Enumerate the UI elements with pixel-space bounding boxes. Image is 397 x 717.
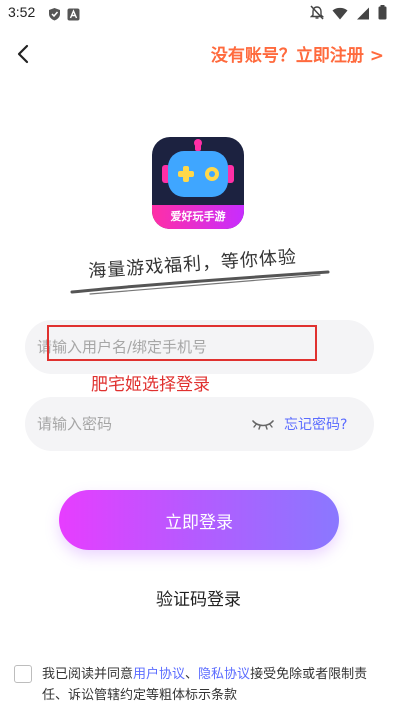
app-logo: 爱好玩手游 bbox=[152, 137, 244, 229]
eye-closed-icon[interactable] bbox=[251, 415, 275, 433]
a-badge-icon bbox=[67, 6, 80, 25]
status-bar: 3:52 bbox=[0, 0, 397, 26]
slogan: 海量游戏福利，等你体验 bbox=[70, 242, 332, 298]
annotation-text: 肥宅姬选择登录 bbox=[91, 375, 210, 395]
user-agreement-link[interactable]: 用户协议 bbox=[133, 667, 185, 682]
annotation-highlight-box bbox=[47, 325, 317, 361]
gamepad-robot-icon bbox=[162, 139, 234, 197]
sms-code-login-link[interactable]: 验证码登录 bbox=[0, 585, 397, 610]
register-link[interactable]: 没有账号？立即注册 > bbox=[211, 41, 384, 66]
mute-bell-icon bbox=[309, 5, 325, 24]
privacy-agreement-link[interactable]: 隐私协议 bbox=[198, 667, 250, 682]
shield-icon bbox=[48, 6, 61, 25]
agreement-separator: 、 bbox=[185, 667, 199, 682]
brush-stroke-decoration bbox=[70, 270, 330, 295]
agreement-checkbox[interactable] bbox=[14, 665, 32, 683]
agreement-prefix: 我已阅读并同意 bbox=[42, 667, 134, 682]
wifi-icon bbox=[332, 5, 348, 24]
app-logo-banner: 爱好玩手游 bbox=[152, 205, 244, 229]
status-time: 3:52 bbox=[8, 4, 36, 20]
login-button[interactable]: 立即登录 bbox=[59, 490, 339, 550]
forgot-password-link[interactable]: 忘记密码? bbox=[284, 414, 347, 434]
back-button[interactable] bbox=[12, 42, 36, 66]
password-input[interactable] bbox=[37, 397, 257, 451]
signal-icon bbox=[356, 5, 370, 24]
battery-icon bbox=[378, 5, 387, 24]
status-icons-right bbox=[309, 5, 387, 24]
chevron-left-icon bbox=[17, 44, 29, 64]
agreement-text: 我已阅读并同意用户协议、隐私协议接受免除或者限制责任、诉讼管辖约定等粗体标示条款 bbox=[42, 664, 387, 706]
status-icons-left bbox=[48, 6, 80, 25]
